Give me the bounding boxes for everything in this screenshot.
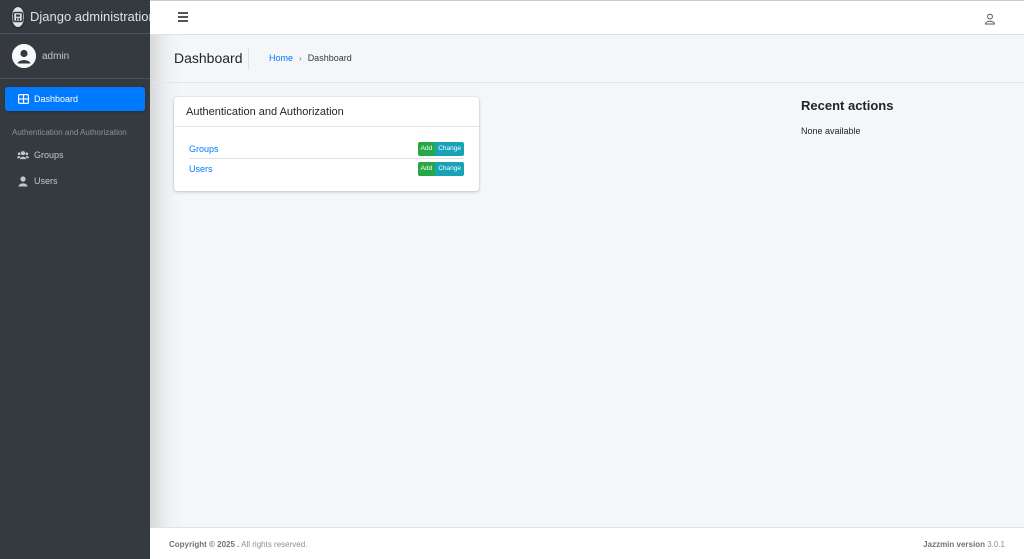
dashboard-icon bbox=[17, 93, 29, 105]
recent-actions-title: Recent actions bbox=[801, 98, 894, 113]
brand-title: Django administration bbox=[30, 9, 156, 24]
hamburger-icon[interactable] bbox=[178, 12, 188, 22]
change-group-button[interactable]: Change bbox=[435, 141, 464, 156]
page-title: Dashboard bbox=[174, 50, 243, 66]
rights-text: All rights reserved. bbox=[239, 540, 308, 549]
breadcrumb: Home › Dashboard bbox=[269, 53, 352, 63]
add-user-button[interactable]: Add bbox=[417, 162, 436, 176]
user-panel[interactable]: admin bbox=[0, 34, 150, 79]
django-logo-icon bbox=[12, 6, 24, 27]
model-link-users[interactable]: Users bbox=[189, 164, 213, 174]
sidebar-item-users[interactable]: Users bbox=[5, 169, 145, 193]
sidebar-section-header: Authentication and Authorization bbox=[12, 128, 127, 137]
copyright-text: Copyright © 2025 . bbox=[169, 540, 240, 549]
add-group-button[interactable]: Add bbox=[417, 141, 436, 156]
user-circle-icon bbox=[12, 44, 36, 68]
header-divider bbox=[248, 48, 249, 70]
users-icon bbox=[17, 149, 29, 161]
footer: Copyright © 2025 . All rights reserved. … bbox=[150, 527, 1024, 559]
model-actions: Add Change bbox=[417, 141, 464, 156]
recent-actions-empty: None available bbox=[801, 126, 861, 136]
brand-link[interactable]: Django administration bbox=[0, 0, 156, 34]
sidebar-item-label: Groups bbox=[34, 150, 64, 160]
footer-copyright: Copyright © 2025 . All rights reserved. bbox=[169, 540, 307, 549]
sidebar-nav: Dashboard Authentication and Authorizati… bbox=[0, 79, 150, 193]
content-header: Dashboard Home › Dashboard bbox=[150, 35, 1024, 83]
version-label: Jazzmin version bbox=[923, 540, 985, 549]
change-user-button[interactable]: Change bbox=[435, 162, 464, 176]
model-row-groups: Groups Add Change bbox=[189, 139, 464, 159]
sidebar-item-dashboard[interactable]: Dashboard bbox=[5, 87, 145, 111]
model-row-users: Users Add Change bbox=[189, 159, 464, 179]
breadcrumb-separator: › bbox=[299, 53, 302, 63]
breadcrumb-home-link[interactable]: Home bbox=[269, 53, 293, 63]
sidebar: Django administration admin Dashboard Au… bbox=[0, 0, 156, 559]
breadcrumb-current: Dashboard bbox=[307, 53, 352, 63]
user-outline-icon[interactable] bbox=[984, 12, 996, 25]
app-card-title: Authentication and Authorization bbox=[174, 97, 479, 127]
user-icon bbox=[17, 175, 29, 187]
sidebar-item-label: Users bbox=[34, 176, 58, 186]
sidebar-item-label: Dashboard bbox=[34, 94, 79, 104]
version-value: 3.0.1 bbox=[984, 540, 1005, 549]
top-navbar bbox=[150, 0, 1024, 35]
footer-version: Jazzmin version 3.0.1 bbox=[923, 540, 1005, 549]
model-link-groups[interactable]: Groups bbox=[189, 144, 219, 154]
app-card-auth: Authentication and Authorization Groups … bbox=[174, 97, 479, 191]
app-card-body: Groups Add Change Users Add Change bbox=[174, 127, 479, 179]
user-name: admin bbox=[42, 50, 70, 62]
sidebar-item-groups[interactable]: Groups bbox=[5, 143, 145, 167]
model-actions: Add Change bbox=[417, 162, 464, 176]
